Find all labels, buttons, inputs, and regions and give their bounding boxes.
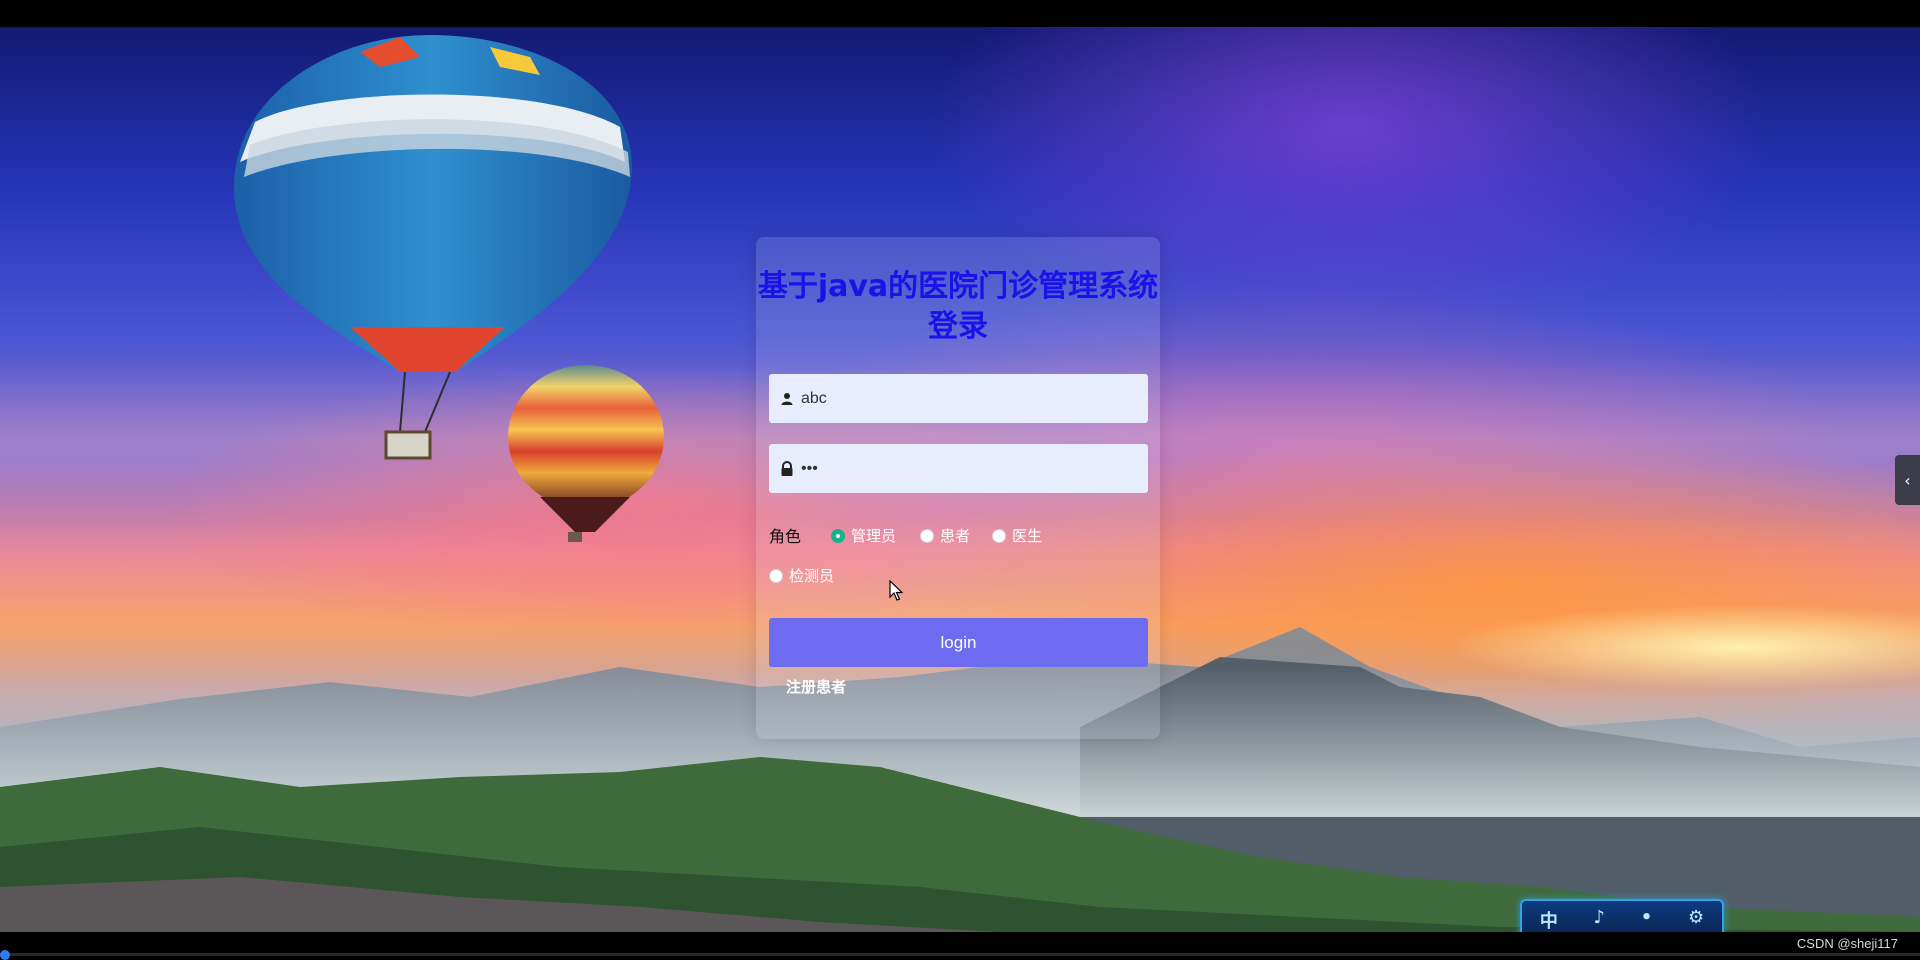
progress-track[interactable]: [0, 953, 1920, 956]
music-icon[interactable]: ♪: [1594, 907, 1606, 928]
password-field[interactable]: [769, 444, 1148, 493]
radio-unchecked-icon[interactable]: [992, 528, 1006, 543]
role-radio-label: 管理员: [851, 527, 897, 545]
dot-icon[interactable]: •: [1641, 907, 1653, 928]
lock-icon: [781, 461, 793, 476]
role-label: 角色: [769, 527, 802, 546]
radio-unchecked-icon[interactable]: [769, 568, 783, 583]
radio-checked-icon[interactable]: [831, 528, 845, 543]
role-radio-tester[interactable]: 检测员: [769, 565, 834, 586]
top-black-bar: [0, 0, 1920, 27]
chevron-left-icon: ‹: [1904, 470, 1911, 490]
gear-icon[interactable]: ⚙: [1688, 907, 1704, 928]
role-radio-label: 检测员: [789, 567, 835, 585]
toolbar-item[interactable]: 中: [1540, 907, 1558, 933]
role-radio-label: 患者: [940, 527, 971, 545]
watermark: CSDN @sheji117: [1796, 936, 1898, 951]
register-patient-link[interactable]: 注册患者: [786, 676, 846, 697]
login-title: 基于java的医院门诊管理系统登录: [757, 269, 1159, 344]
username-input[interactable]: [801, 374, 1141, 423]
role-radio-admin[interactable]: 管理员: [831, 525, 896, 546]
username-field[interactable]: [769, 374, 1148, 423]
progress-handle[interactable]: [0, 950, 10, 960]
login-card: 基于java的医院门诊管理系统登录 角色 管理员 患者 医生: [756, 237, 1160, 739]
role-radio-label: 医生: [1012, 527, 1043, 545]
side-collapse-tab[interactable]: ‹: [1895, 455, 1920, 505]
password-input[interactable]: [801, 444, 1141, 493]
role-radio-patient[interactable]: 患者: [920, 525, 970, 546]
user-icon: [781, 393, 793, 405]
screen: 基于java的医院门诊管理系统登录 角色 管理员 患者 医生: [0, 0, 1920, 960]
login-button[interactable]: login: [769, 618, 1148, 667]
radio-unchecked-icon[interactable]: [920, 528, 934, 543]
small-balloon: [508, 365, 664, 542]
mouse-cursor-icon: [889, 580, 903, 601]
role-radio-doctor[interactable]: 医生: [992, 525, 1042, 546]
